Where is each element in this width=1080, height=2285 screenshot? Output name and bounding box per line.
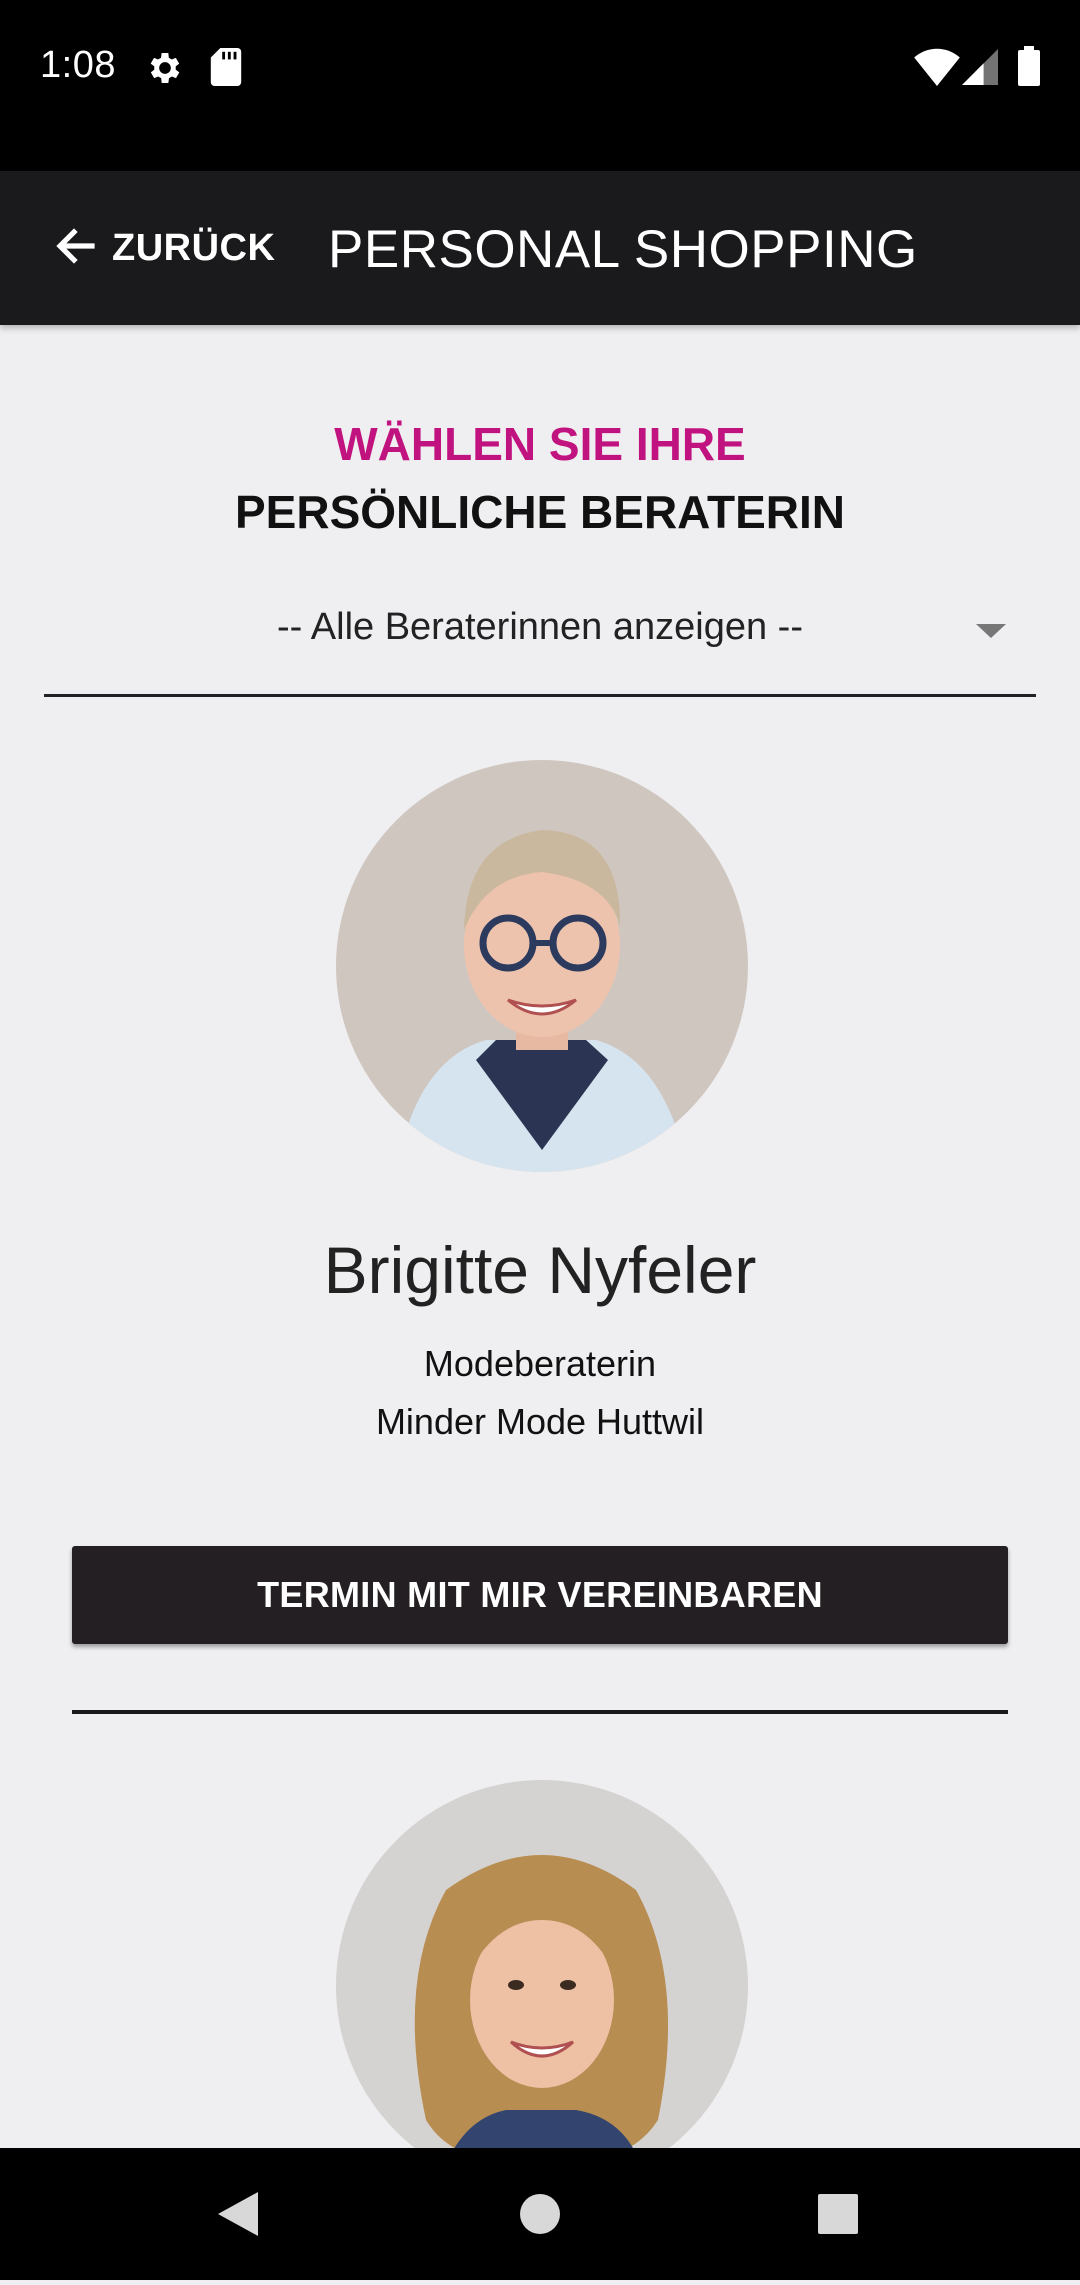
arrow-left-icon xyxy=(52,222,100,275)
dropdown-selected-value: -- Alle Beraterinnen anzeigen -- xyxy=(277,606,803,648)
app-bar: ZURÜCK PERSONAL SHOPPING xyxy=(0,171,1080,325)
sd-card-icon xyxy=(210,48,242,91)
book-appointment-button[interactable]: TERMIN MIT MIR VEREINBAREN xyxy=(72,1546,1008,1644)
advisor-store: Minder Mode Huttwil xyxy=(375,1401,705,1442)
advisor-filter-dropdown[interactable]: -- Alle Beraterinnen anzeigen -- xyxy=(44,592,1036,697)
page-title: PERSONAL SHOPPING xyxy=(328,220,918,279)
settings-icon xyxy=(145,48,185,93)
card-divider xyxy=(72,1710,1008,1714)
signal-icon xyxy=(962,48,998,91)
battery-icon xyxy=(1018,46,1040,91)
recents-nav-icon[interactable] xyxy=(778,2148,898,2280)
section-heading: WÄHLEN SIE IHRE PERSÖNLICHE BERATERIN xyxy=(0,410,1080,546)
advisor-role: Modeberaterin xyxy=(423,1343,657,1384)
advisor-photo xyxy=(336,1780,748,2192)
dropdown-arrow-icon xyxy=(976,622,1006,645)
back-nav-icon[interactable] xyxy=(180,2148,300,2280)
heading-main: PERSÖNLICHE BERATERIN xyxy=(235,486,845,538)
system-nav-bar xyxy=(0,2148,1080,2280)
back-label: ZURÜCK xyxy=(112,226,276,269)
status-bar: 1:08 xyxy=(0,0,1080,171)
back-button[interactable]: ZURÜCK xyxy=(52,211,275,285)
advisor-photo xyxy=(336,760,748,1172)
home-nav-icon[interactable] xyxy=(480,2148,600,2280)
wifi-icon xyxy=(914,48,960,91)
advisor-name: Brigitte Nyfeler xyxy=(323,1233,757,1307)
heading-accent: WÄHLEN SIE IHRE xyxy=(334,418,746,470)
status-time: 1:08 xyxy=(40,44,116,86)
